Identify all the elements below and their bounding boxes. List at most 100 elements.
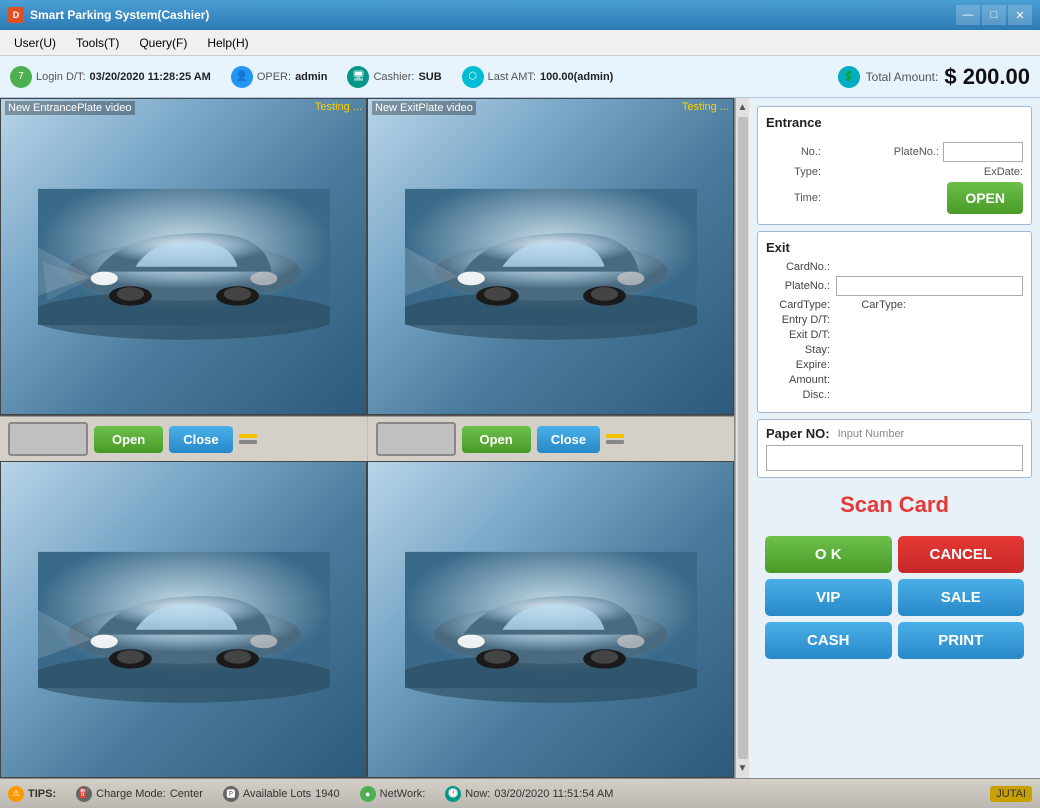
exit-video-status: Testing ... xyxy=(682,101,729,113)
paper-no-section: Paper NO: Input Number xyxy=(757,419,1032,478)
exit-signal xyxy=(606,434,624,444)
exit-video-cell: New ExitPlate video Testing ... xyxy=(367,98,734,415)
exit-cardno-label: CardNo.: xyxy=(766,261,836,273)
exit-expire-label: Expire: xyxy=(766,359,836,371)
entrance-video-cell: New EntrancePlate video Testing ... xyxy=(0,98,367,415)
now-item: 🕐 Now: 03/20/2020 11:51:54 AM xyxy=(445,786,613,802)
tips-label: TIPS: xyxy=(28,788,56,800)
vip-button[interactable]: VIP xyxy=(765,579,892,616)
menu-help[interactable]: Help(H) xyxy=(197,33,258,53)
exit-plateno-label: PlateNo.: xyxy=(766,280,836,292)
total-amount-info: 💲 Total Amount: $ 200.00 xyxy=(838,64,1030,90)
paper-no-input[interactable] xyxy=(766,445,1023,471)
cashier-label: Cashier: xyxy=(373,71,414,83)
now-icon: 🕐 xyxy=(445,786,461,802)
login-value: 03/20/2020 11:28:25 AM xyxy=(90,71,211,83)
entrance-car-image xyxy=(1,99,366,414)
oper-icon: 👤 xyxy=(231,66,253,88)
scan-card-label[interactable]: Scan Card xyxy=(840,492,949,517)
menu-query[interactable]: Query(F) xyxy=(129,33,197,53)
cashier-info: 🖥 Cashier: SUB xyxy=(347,66,441,88)
app-icon: D xyxy=(8,7,24,23)
scan-card-section: Scan Card xyxy=(757,484,1032,526)
network-icon: ● xyxy=(360,786,376,802)
tips-item: ⚠ TIPS: xyxy=(8,786,56,802)
entrance-video-status: Testing ... xyxy=(315,101,362,113)
exit-close-button[interactable]: Close xyxy=(537,426,600,453)
oper-info: 👤 OPER: admin xyxy=(231,66,328,88)
cancel-button[interactable]: CANCEL xyxy=(898,536,1025,573)
entrance-plateno-input[interactable] xyxy=(943,142,1023,162)
exit-car-image-2 xyxy=(368,462,733,777)
entrance-car-image-2 xyxy=(1,462,366,777)
scroll-thumb[interactable] xyxy=(738,117,748,759)
entrance-section-title: Entrance xyxy=(766,115,822,130)
entrance-open-button-right[interactable]: OPEN xyxy=(947,182,1023,214)
cash-button[interactable]: CASH xyxy=(765,622,892,659)
maximize-button[interactable]: □ xyxy=(982,5,1006,25)
left-panel: New EntrancePlate video Testing ... xyxy=(0,98,735,778)
exit-exitdt-label: Exit D/T: xyxy=(766,329,836,341)
total-icon: 💲 xyxy=(838,66,860,88)
entrance-plateno-label: PlateNo.: xyxy=(884,146,939,158)
charge-mode-label: Charge Mode: xyxy=(96,788,166,800)
scroll-up[interactable]: ▲ xyxy=(736,100,750,115)
entrance-section: Entrance No.: PlateNo.: Type: ExDate: xyxy=(757,106,1032,225)
exit-open-button[interactable]: Open xyxy=(462,426,531,453)
entrance-no-label: No.: xyxy=(766,146,821,158)
close-button[interactable]: ✕ xyxy=(1008,5,1032,25)
left-scrollbar[interactable]: ▲ ▼ xyxy=(735,98,749,778)
entrance-close-button[interactable]: Close xyxy=(169,426,232,453)
available-lots-item: 🅿 Available Lots 1940 xyxy=(223,786,340,802)
exit-section: Exit CardNo.: PlateNo.: CardType: CarTyp… xyxy=(757,231,1032,413)
jutai-text: JUTAI xyxy=(996,788,1026,800)
entrance-open-button[interactable]: Open xyxy=(94,426,163,453)
right-panel: Entrance No.: PlateNo.: Type: ExDate: xyxy=(749,98,1040,778)
last-amt-label: Last AMT: xyxy=(488,71,536,83)
ok-button[interactable]: O K xyxy=(765,536,892,573)
info-bar: 7 Login D/T: 03/20/2020 11:28:25 AM 👤 OP… xyxy=(0,56,1040,98)
available-lots-label: Available Lots xyxy=(243,788,311,800)
menu-user[interactable]: User(U) xyxy=(4,33,66,53)
charge-mode-icon: ⛽ xyxy=(76,786,92,802)
exit-stay-label: Stay: xyxy=(766,344,836,356)
now-value: 03/20/2020 11:51:54 AM xyxy=(494,788,613,800)
exit-cardtype-label: CardType: xyxy=(766,299,836,311)
entrance-type-label: Type: xyxy=(766,166,821,178)
available-lots-icon: 🅿 xyxy=(223,786,239,802)
exit-car-image xyxy=(368,99,733,414)
login-info: 7 Login D/T: 03/20/2020 11:28:25 AM xyxy=(10,66,211,88)
network-item: ● NetWork: xyxy=(360,786,426,802)
menu-tools[interactable]: Tools(T) xyxy=(66,33,129,53)
scroll-down[interactable]: ▼ xyxy=(736,761,750,776)
entrance-video-label: New EntrancePlate video xyxy=(5,101,135,115)
app-title: Smart Parking System(Cashier) xyxy=(30,8,209,22)
exit-plateno-input[interactable] xyxy=(836,276,1023,296)
oper-label: OPER: xyxy=(257,71,291,83)
last-amt-info: ⬡ Last AMT: 100.00(admin) xyxy=(462,66,614,88)
now-label: Now: xyxy=(465,788,490,800)
tips-icon: ⚠ xyxy=(8,786,24,802)
minimize-button[interactable]: — xyxy=(956,5,980,25)
sale-button[interactable]: SALE xyxy=(898,579,1025,616)
top-controls-row: Open Close Open Close xyxy=(0,416,734,461)
charge-mode-value: Center xyxy=(170,788,203,800)
last-amt-icon: ⬡ xyxy=(462,66,484,88)
entrance-signal xyxy=(239,434,257,444)
exit-entrydt-label: Entry D/T: xyxy=(766,314,836,326)
cashier-value: SUB xyxy=(418,71,441,83)
print-button[interactable]: PRINT xyxy=(898,622,1025,659)
jutai-logo: JUTAI xyxy=(990,786,1032,802)
status-bar: ⚠ TIPS: ⛽ Charge Mode: Center 🅿 Availabl… xyxy=(0,778,1040,808)
login-label: Login D/T: xyxy=(36,71,86,83)
total-label: Total Amount: xyxy=(866,70,939,84)
paper-no-label: Paper NO: xyxy=(766,426,830,441)
entrance-exdate-label: ExDate: xyxy=(968,166,1023,178)
exit-cartype-label: CarType: xyxy=(852,299,912,311)
charge-mode-item: ⛽ Charge Mode: Center xyxy=(76,786,203,802)
exit-amount-label: Amount: xyxy=(766,374,836,386)
exit-video-cell-2 xyxy=(367,461,734,778)
oper-value: admin xyxy=(295,71,327,83)
exit-section-title: Exit xyxy=(766,240,1023,255)
paper-no-hint: Input Number xyxy=(838,428,905,440)
